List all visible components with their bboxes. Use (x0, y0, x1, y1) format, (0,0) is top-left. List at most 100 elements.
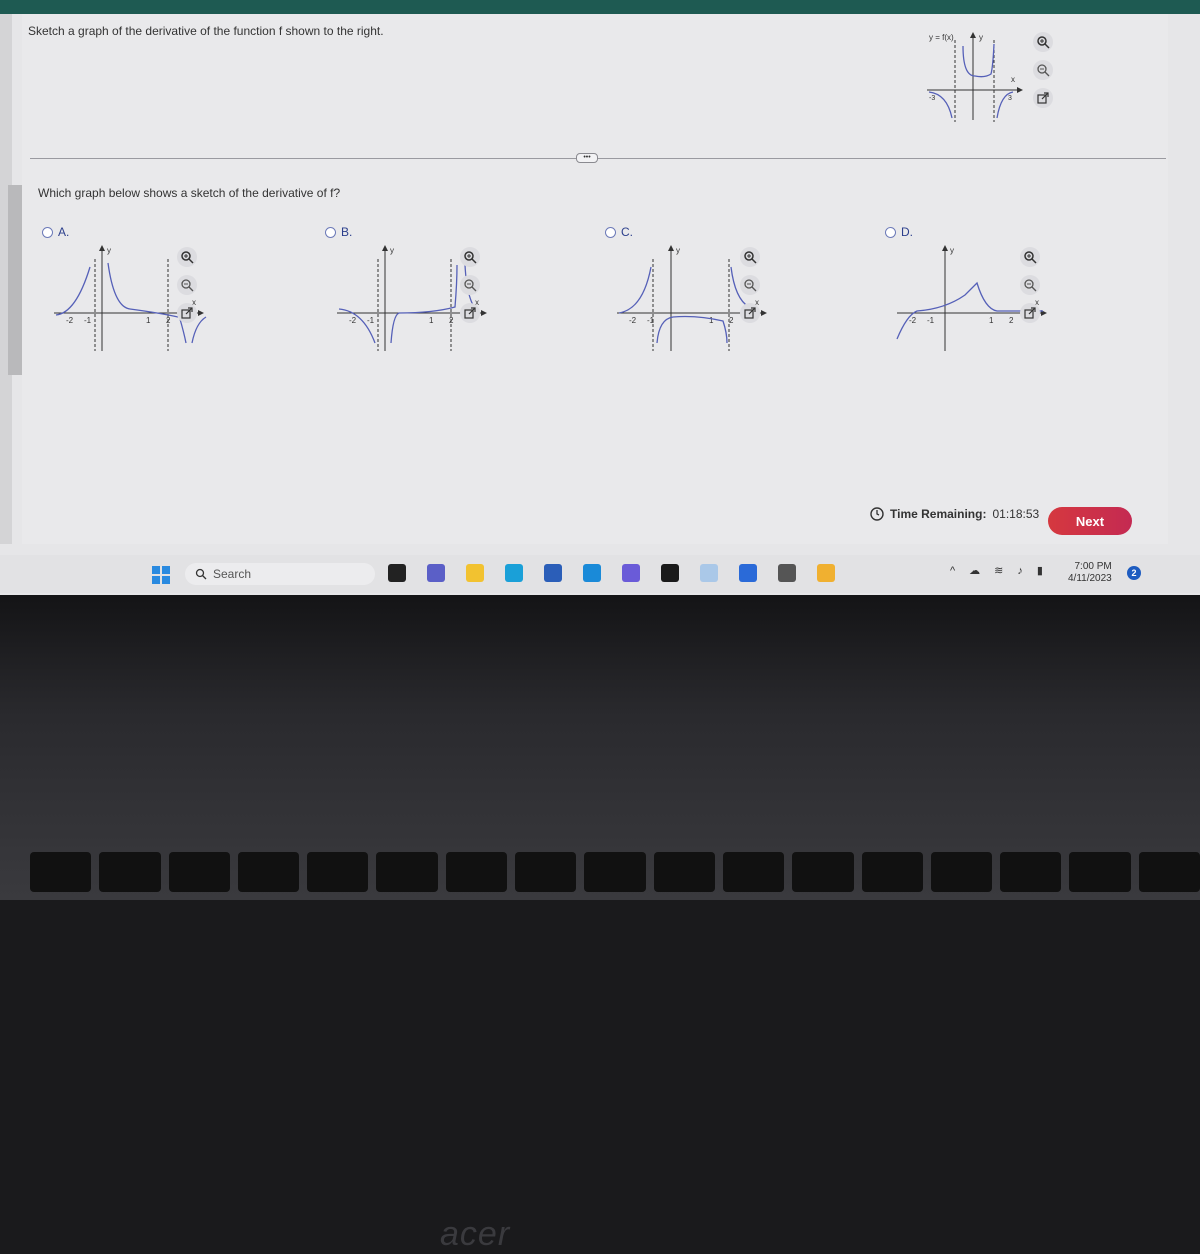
x-tick-label: -1 (647, 316, 655, 325)
zoom-in-button[interactable] (1033, 32, 1053, 52)
y-axis-label: y (390, 246, 394, 255)
file-explorer-icon[interactable] (466, 564, 484, 582)
dropbox-icon[interactable] (661, 564, 679, 582)
word-icon[interactable] (544, 564, 562, 582)
radio-button[interactable] (605, 226, 616, 238)
zoom-out-icon (1037, 64, 1050, 77)
radio-button[interactable] (885, 226, 896, 238)
app-hex-icon[interactable] (817, 564, 835, 582)
question-prompt: Sketch a graph of the derivative of the … (28, 24, 384, 38)
option-graph-tools (177, 247, 197, 323)
y-axis-label: y (676, 246, 680, 255)
popout-button[interactable] (1020, 303, 1040, 323)
popout-button[interactable] (460, 303, 480, 323)
x-tick-label: -2 (629, 316, 637, 325)
zoom-out-icon (464, 279, 477, 292)
copilot-icon[interactable] (622, 564, 640, 582)
keyboard-key (307, 852, 369, 892)
option-letter: B. (341, 225, 353, 239)
zoom-out-button[interactable] (460, 275, 480, 295)
keyboard-key (1069, 852, 1131, 892)
onedrive-icon[interactable]: ☁ (969, 564, 980, 577)
timer-label: Time Remaining: (890, 507, 987, 521)
task-view-icon[interactable] (388, 564, 406, 582)
volume-icon[interactable]: ♪ (1017, 565, 1023, 577)
zoom-out-button[interactable] (1033, 60, 1053, 80)
battery-icon[interactable]: ▮ (1037, 564, 1043, 577)
x-tick-label: -1 (367, 316, 375, 325)
keyboard-key (168, 852, 230, 892)
zoom-out-button[interactable] (1020, 275, 1040, 295)
amazon-icon[interactable] (700, 564, 718, 582)
x-tick-label: 2 (1009, 316, 1014, 325)
popout-button[interactable] (740, 303, 760, 323)
zoom-in-icon (1024, 251, 1037, 264)
curve (656, 315, 728, 344)
wifi-icon[interactable]: ≋ (994, 564, 1003, 577)
option-graph-tools (1020, 247, 1040, 323)
answer-option-d[interactable]: D. (885, 225, 913, 239)
keyboard-key (99, 852, 161, 892)
radio-button[interactable] (42, 226, 53, 238)
zoom-in-button[interactable] (460, 247, 480, 267)
clock-icon (870, 507, 884, 521)
keyboard-key (30, 852, 92, 892)
teams-chat-icon[interactable] (427, 564, 445, 582)
windows-start-icon[interactable] (152, 566, 170, 584)
scrollbar[interactable] (8, 185, 22, 375)
option-letter: A. (58, 225, 70, 239)
zoom-in-button[interactable] (177, 247, 197, 267)
notification-badge[interactable]: 2 (1127, 566, 1141, 580)
keyboard-key (1138, 852, 1200, 892)
zoom-out-button[interactable] (177, 275, 197, 295)
given-graph-tools (1033, 32, 1053, 108)
zoom-in-button[interactable] (740, 247, 760, 267)
system-tray: ^ ☁ ≋ ♪ ▮ (950, 564, 1043, 578)
zoom-out-icon (1024, 279, 1037, 292)
x-tick-label: -2 (909, 316, 917, 325)
keyboard-key (1000, 852, 1062, 892)
curve (390, 264, 458, 344)
keyboard-key (653, 852, 715, 892)
popout-icon (464, 307, 476, 319)
search-icon (195, 568, 207, 580)
x-tick-label: -1 (927, 316, 935, 325)
answer-option-c[interactable]: C. (605, 225, 633, 239)
time-remaining: Time Remaining: 01:18:53 (870, 507, 1039, 521)
given-graph-f: y = f(x) y x -3 3 (927, 32, 1023, 122)
given-graph-label: y = f(x) (929, 33, 954, 42)
expand-ellipsis-button[interactable]: ••• (576, 153, 598, 163)
popout-button[interactable] (177, 303, 197, 323)
app-figure-icon[interactable] (778, 564, 796, 582)
edge-icon[interactable] (505, 564, 523, 582)
next-button[interactable]: Next (1048, 507, 1132, 535)
answer-option-a[interactable]: A. (42, 225, 69, 239)
brand-logo: acer (440, 1215, 511, 1253)
option-graph-tools (740, 247, 760, 323)
sub-prompt: Which graph below shows a sketch of the … (38, 186, 341, 200)
x-tick-label: -2 (66, 316, 74, 325)
popout-button[interactable] (1033, 88, 1053, 108)
top-bar (0, 0, 1200, 14)
mail-icon[interactable] (583, 564, 601, 582)
given-x-label: x (1011, 75, 1015, 84)
taskbar-search[interactable]: Search (185, 563, 375, 585)
chevron-up-icon[interactable]: ^ (950, 565, 955, 577)
radio-button[interactable] (325, 226, 336, 238)
x-tick-label: 1 (429, 316, 434, 325)
zoom-in-icon (181, 251, 194, 264)
popout-icon (744, 307, 756, 319)
keyboard-key (584, 852, 646, 892)
x-tick-label: -2 (349, 316, 357, 325)
curve (618, 266, 652, 314)
microsoft-store-icon[interactable] (739, 564, 757, 582)
keyboard-key (722, 852, 785, 892)
option-letter: D. (901, 225, 913, 239)
keyboard-key (237, 852, 300, 892)
divider (30, 158, 1166, 159)
taskbar-clock[interactable]: 7:00 PM 4/11/2023 (1068, 561, 1112, 585)
x-tick-label: 1 (989, 316, 994, 325)
answer-option-b[interactable]: B. (325, 225, 352, 239)
zoom-in-button[interactable] (1020, 247, 1040, 267)
zoom-out-button[interactable] (740, 275, 760, 295)
